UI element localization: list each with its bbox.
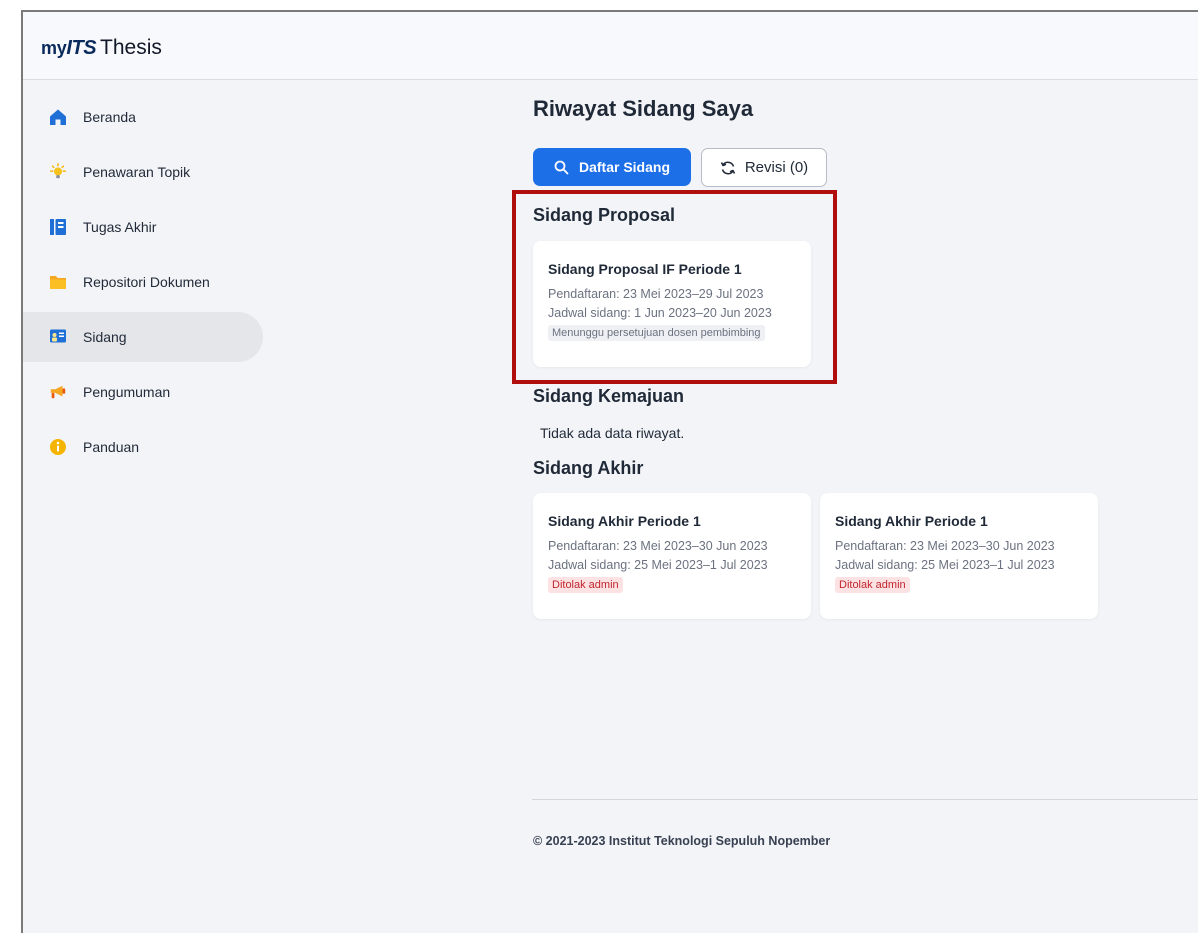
info-icon — [49, 438, 67, 456]
daftar-sidang-button[interactable]: Daftar Sidang — [533, 148, 691, 186]
card-pendaftaran: Pendaftaran: 23 Mei 2023–30 Jun 2023 — [548, 539, 768, 553]
card-pendaftaran: Pendaftaran: 23 Mei 2023–30 Jun 2023 — [835, 539, 1055, 553]
revisi-label: Revisi (0) — [744, 159, 809, 176]
card-title: Sidang Proposal IF Periode 1 — [548, 261, 742, 277]
sidang-card-proposal[interactable]: Sidang Proposal IF Periode 1 Pendaftaran… — [533, 241, 811, 367]
section-title-kemajuan: Sidang Kemajuan — [533, 386, 685, 406]
sidang-card-akhir[interactable]: Sidang Akhir Periode 1 Pendaftaran: 23 M… — [533, 493, 811, 619]
sidebar-item-repositori-dokumen[interactable]: Repositori Dokumen — [23, 257, 263, 307]
sidebar-item-label: Panduan — [83, 439, 140, 455]
sidebar-item-pengumuman[interactable]: Pengumuman — [23, 367, 263, 417]
page-title: Riwayat Sidang Saya — [533, 96, 754, 121]
home-icon — [49, 108, 67, 126]
sidebar-item-label: Repositori Dokumen — [83, 274, 210, 290]
megaphone-icon — [49, 383, 67, 401]
book-icon — [49, 218, 67, 236]
card-pendaftaran: Pendaftaran: 23 Mei 2023–29 Jul 2023 — [548, 287, 764, 301]
sidang-card-akhir[interactable]: Sidang Akhir Periode 1 Pendaftaran: 23 M… — [820, 493, 1098, 619]
card-jadwal: Jadwal sidang: 25 Mei 2023–1 Jul 2023 — [548, 558, 768, 572]
card-jadwal: Jadwal sidang: 1 Jun 2023–20 Jun 2023 — [548, 306, 772, 320]
app-frame: my ITS Thesis Beranda Penawaran Topik Tu… — [21, 10, 1198, 933]
card-jadwal: Jadwal sidang: 25 Mei 2023–1 Jul 2023 — [835, 558, 1055, 572]
sidebar-item-tugas-akhir[interactable]: Tugas Akhir — [23, 202, 263, 252]
revisi-button[interactable]: Revisi (0) — [701, 148, 827, 187]
card-title: Sidang Akhir Periode 1 — [548, 513, 701, 529]
logo-my: my — [41, 38, 67, 58]
sidebar: Beranda Penawaran Topik Tugas Akhir Repo… — [23, 92, 263, 477]
sidebar-item-panduan[interactable]: Panduan — [23, 422, 263, 472]
sidebar-item-beranda[interactable]: Beranda — [23, 92, 263, 142]
search-icon — [554, 160, 569, 175]
folder-icon — [49, 273, 67, 291]
sidebar-item-label: Tugas Akhir — [83, 219, 157, 235]
sidebar-item-label: Pengumuman — [83, 384, 171, 400]
app-logo[interactable]: my ITS Thesis — [41, 36, 162, 60]
daftar-sidang-label: Daftar Sidang — [578, 159, 670, 175]
sidebar-item-label: Sidang — [83, 329, 127, 345]
card-title: Sidang Akhir Periode 1 — [835, 513, 988, 529]
logo-its: ITS — [66, 37, 97, 59]
sidebar-item-label: Penawaran Topik — [83, 164, 191, 180]
empty-state-text: Tidak ada data riwayat. — [540, 425, 685, 441]
top-bar: my ITS Thesis — [23, 12, 1198, 80]
status-badge: Ditolak admin — [548, 577, 623, 593]
refresh-icon — [720, 160, 736, 176]
status-badge: Ditolak admin — [835, 577, 910, 593]
lightbulb-icon — [49, 163, 67, 181]
section-title-akhir: Sidang Akhir — [533, 458, 644, 478]
footer-copyright: © 2021-2023 Institut Teknologi Sepuluh N… — [533, 834, 831, 848]
status-badge: Menunggu persetujuan dosen pembimbing — [548, 325, 765, 341]
logo-thesis: Thesis — [100, 36, 162, 59]
sidebar-item-sidang[interactable]: Sidang — [23, 312, 263, 362]
sidebar-item-label: Beranda — [83, 109, 136, 125]
presentation-icon — [49, 328, 67, 346]
section-title-proposal: Sidang Proposal — [533, 205, 676, 225]
footer-divider — [532, 799, 1198, 800]
sidebar-item-penawaran-topik[interactable]: Penawaran Topik — [23, 147, 263, 197]
